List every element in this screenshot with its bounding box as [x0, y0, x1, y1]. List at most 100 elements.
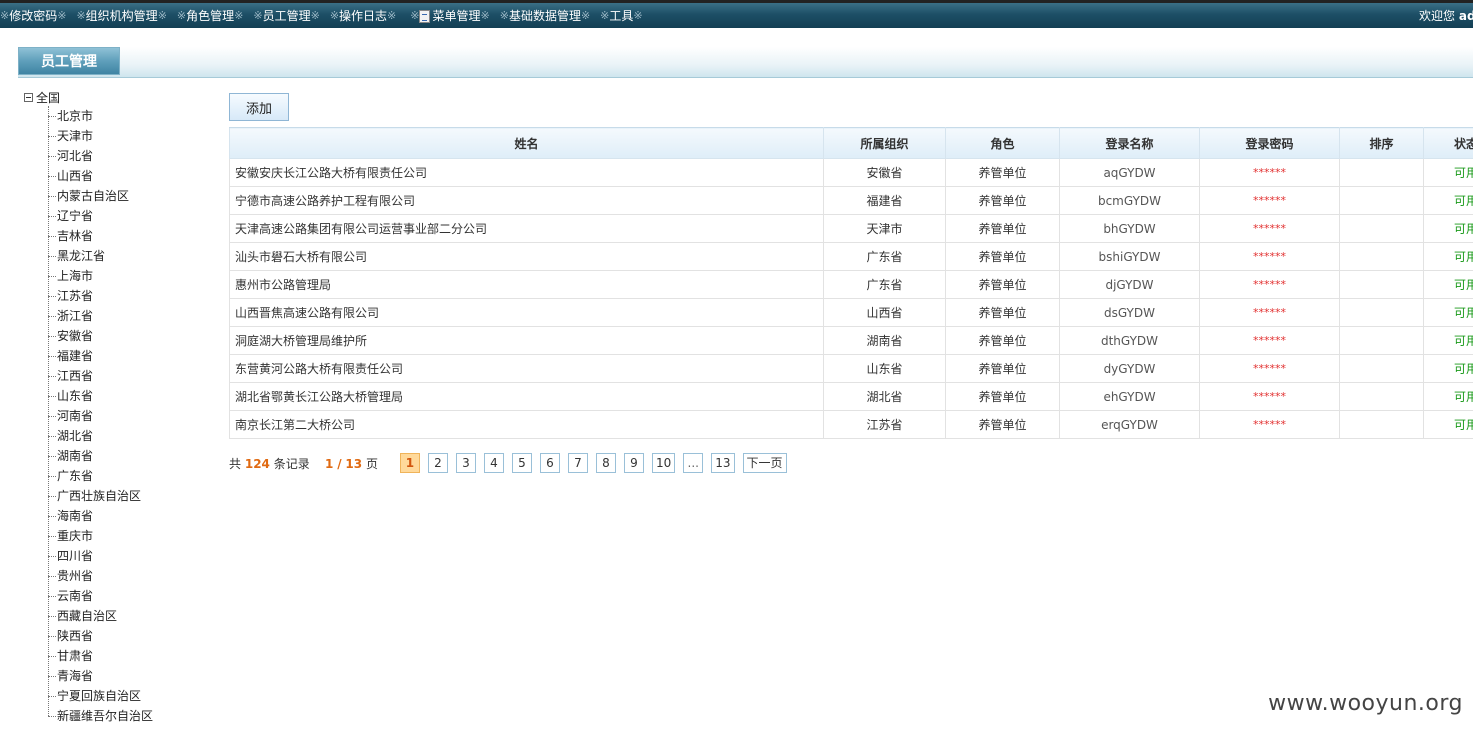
cell-org: 江苏省 [823, 410, 946, 439]
table-row[interactable]: 宁德市高速公路养护工程有限公司 福建省 养管单位 bcmGYDW ****** 可用 [229, 186, 1473, 215]
tree-node[interactable]: 天津市 [48, 126, 214, 146]
tree-node[interactable]: 海南省 [48, 506, 214, 526]
tree-node[interactable]: 山西省 [48, 166, 214, 186]
menu-item[interactable]: 修改密码 [9, 8, 57, 24]
cell-org: 福建省 [823, 186, 946, 215]
cell-name[interactable]: 山西晋焦高速公路有限公司 [229, 298, 824, 327]
menu-item[interactable]: 工具 [609, 8, 633, 24]
menu-item[interactable]: 操作日志 [339, 8, 387, 24]
page-ellipsis[interactable]: ... [683, 453, 704, 473]
cell-name[interactable]: 湖北省鄂黄长江公路大桥管理局 [229, 382, 824, 411]
cell-name[interactable]: 汕头市礐石大桥有限公司 [229, 242, 824, 271]
menu-item-label[interactable]: 基础数据管理 [509, 8, 581, 24]
menu-item[interactable]: 员工管理 [263, 8, 311, 24]
tree-node[interactable]: 湖北省 [48, 426, 214, 446]
tree-node[interactable]: 广东省 [48, 466, 214, 486]
tree-node[interactable]: 内蒙古自治区 [48, 186, 214, 206]
tree-node[interactable]: 四川省 [48, 546, 214, 566]
menu-item-label[interactable]: 操作日志 [339, 8, 387, 24]
menu-item-label[interactable]: 员工管理 [263, 8, 311, 24]
column-header[interactable]: 登录密码 [1199, 127, 1340, 159]
table-row[interactable]: 山西晋焦高速公路有限公司 山西省 养管单位 dsGYDW ****** 可用 [229, 298, 1473, 327]
tree-node[interactable]: 宁夏回族自治区 [48, 686, 214, 706]
column-header[interactable]: 排序 [1339, 127, 1424, 159]
cell-name[interactable]: 南京长江第二大桥公司 [229, 410, 824, 439]
pager-current: 1 [325, 456, 334, 471]
menu-item[interactable]: 基础数据管理 [509, 8, 581, 24]
page-button[interactable]: 9 [623, 453, 644, 473]
page-button[interactable]: 6 [539, 453, 560, 473]
cell-sort [1339, 242, 1424, 271]
tree-node[interactable]: 辽宁省 [48, 206, 214, 226]
tree-root[interactable]: 全国 [24, 88, 214, 106]
tree-node[interactable]: 河北省 [48, 146, 214, 166]
table-row[interactable]: 安徽安庆长江公路大桥有限责任公司 安徽省 养管单位 aqGYDW ****** 可用 [229, 158, 1473, 187]
page-button[interactable]: 13 [711, 453, 735, 473]
cell-name[interactable]: 安徽安庆长江公路大桥有限责任公司 [229, 158, 824, 187]
table-row[interactable]: 洞庭湖大桥管理局维护所 湖南省 养管单位 dthGYDW ****** 可用 [229, 326, 1473, 355]
cell-name[interactable]: 东营黄河公路大桥有限责任公司 [229, 354, 824, 383]
table-row[interactable]: 湖北省鄂黄长江公路大桥管理局 湖北省 养管单位 ehGYDW ****** 可用 [229, 382, 1473, 411]
menu-item-label[interactable]: 工具 [609, 8, 633, 24]
tree-node[interactable]: 甘肃省 [48, 646, 214, 666]
cell-name[interactable]: 洞庭湖大桥管理局维护所 [229, 326, 824, 355]
table-row[interactable]: 南京长江第二大桥公司 江苏省 养管单位 erqGYDW ****** 可用 [229, 410, 1473, 439]
tree-node[interactable]: 安徽省 [48, 326, 214, 346]
tree-node[interactable]: 山东省 [48, 386, 214, 406]
tree-node[interactable]: 云南省 [48, 586, 214, 606]
cell-name[interactable]: 宁德市高速公路养护工程有限公司 [229, 186, 824, 215]
tree-node[interactable]: 吉林省 [48, 226, 214, 246]
tree-node[interactable]: 西藏自治区 [48, 606, 214, 626]
column-header[interactable]: 姓名 [229, 127, 824, 159]
cell-name[interactable]: 惠州市公路管理局 [229, 270, 824, 299]
page-button[interactable]: 10 [651, 453, 676, 473]
page-button[interactable]: 4 [483, 453, 504, 473]
page-button[interactable]: 2 [427, 453, 448, 473]
column-header[interactable]: 状态 [1423, 127, 1473, 159]
cell-role: 养管单位 [945, 214, 1060, 243]
page-button[interactable]: 5 [511, 453, 532, 473]
next-page-button[interactable]: 下一页 [742, 453, 787, 473]
column-header[interactable]: 登录名称 [1059, 127, 1200, 159]
column-header[interactable]: 角色 [945, 127, 1060, 159]
table-row[interactable]: 东营黄河公路大桥有限责任公司 山东省 养管单位 dyGYDW ****** 可用 [229, 354, 1473, 383]
menu-item[interactable]: 组织机构管理 [86, 8, 158, 24]
page-button[interactable]: 3 [455, 453, 476, 473]
page-button[interactable]: 1 [399, 453, 420, 473]
tree-node[interactable]: 重庆市 [48, 526, 214, 546]
menu-item-label[interactable]: 角色管理 [186, 8, 234, 24]
tree-node[interactable]: 福建省 [48, 346, 214, 366]
tree-node[interactable]: 贵州省 [48, 566, 214, 586]
menu-item[interactable]: 菜单管理 [419, 8, 481, 24]
tree-node[interactable]: 青海省 [48, 666, 214, 686]
menu-item-label[interactable]: 菜单管理 [432, 8, 480, 24]
menu-item-label[interactable]: 修改密码 [9, 8, 57, 24]
cell-name[interactable]: 天津高速公路集团有限公司运营事业部二分公司 [229, 214, 824, 243]
tree-node[interactable]: 北京市 [48, 106, 214, 126]
tree-node[interactable]: 江苏省 [48, 286, 214, 306]
tree-node[interactable]: 河南省 [48, 406, 214, 426]
tree-root-label[interactable]: 全国 [36, 89, 60, 106]
cell-status: 可用 [1423, 410, 1473, 439]
add-button[interactable]: 添加 [229, 93, 289, 121]
tree-node[interactable]: 湖南省 [48, 446, 214, 466]
menu-item-label[interactable]: 组织机构管理 [86, 8, 158, 24]
menu-item[interactable]: 角色管理 [186, 8, 234, 24]
table-row[interactable]: 天津高速公路集团有限公司运营事业部二分公司 天津市 养管单位 bhGYDW ******… [229, 214, 1473, 243]
tree-node[interactable]: 广西壮族自治区 [48, 486, 214, 506]
tree-node[interactable]: 上海市 [48, 266, 214, 286]
tree-node[interactable]: 新疆维吾尔自治区 [48, 706, 214, 726]
tree-node[interactable]: 江西省 [48, 366, 214, 386]
column-header[interactable]: 所属组织 [823, 127, 946, 159]
table-row[interactable]: 汕头市礐石大桥有限公司 广东省 养管单位 bshiGYDW ****** 可用 [229, 242, 1473, 271]
page-buttons: 1 2 3 4 5 6 7 8 9 10... 13 下一页 [399, 453, 795, 473]
page-button[interactable]: 8 [595, 453, 616, 473]
section-tab-employee[interactable]: 员工管理 [18, 47, 120, 75]
table-row[interactable]: 惠州市公路管理局 广东省 养管单位 djGYDW ****** 可用 [229, 270, 1473, 299]
tree-node[interactable]: 陕西省 [48, 626, 214, 646]
page-button[interactable]: 7 [567, 453, 588, 473]
cell-role: 养管单位 [945, 354, 1060, 383]
tree-node[interactable]: 浙江省 [48, 306, 214, 326]
collapse-toggle-icon[interactable] [24, 92, 33, 102]
tree-node[interactable]: 黑龙江省 [48, 246, 214, 266]
